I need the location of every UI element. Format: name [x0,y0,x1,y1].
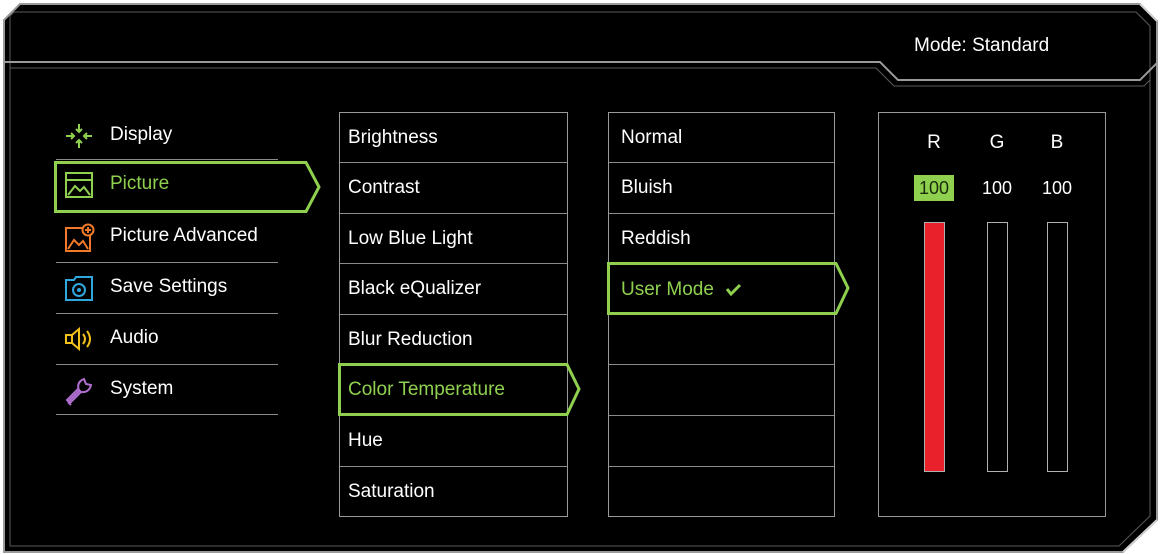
option-bluish[interactable]: Bluish [621,177,673,199]
selection-highlight-picture [54,161,321,213]
mode-status-label: Mode: Standard [914,35,1050,56]
divider [609,213,834,214]
divider [56,159,278,160]
channel-slider-b[interactable] [1047,222,1068,472]
channel-label-b: B [1050,132,1064,153]
menu-item-blur-reduction[interactable]: Blur Reduction [348,329,473,351]
audio-icon [64,325,94,353]
sidebar-item-label: Display [110,124,173,145]
menu-item-black-equalizer[interactable]: Black eQualizer [348,278,481,300]
sidebar-item-display[interactable]: Display [56,114,277,158]
sidebar-item-label: System [110,378,174,399]
menu-item-saturation[interactable]: Saturation [348,481,435,503]
divider [56,414,278,415]
menu-item-hue[interactable]: Hue [348,430,383,452]
save-settings-icon [64,274,94,302]
sidebar-item-system[interactable]: System [56,368,277,412]
option-reddish[interactable]: Reddish [621,228,691,250]
divider [609,415,834,416]
divider [340,162,567,163]
divider [340,314,567,315]
display-icon [64,122,94,150]
sidebar-item-save-settings[interactable]: Save Settings [56,266,277,310]
divider [56,364,278,365]
divider [56,313,278,314]
menu-item-brightness[interactable]: Brightness [348,127,438,149]
sidebar-item-picture-advanced[interactable]: Picture Advanced [56,215,277,259]
divider [340,213,567,214]
sidebar-item-label: Save Settings [110,276,228,297]
divider [609,162,834,163]
channel-value-r[interactable]: 100 [914,175,954,201]
divider [609,364,834,365]
picture-advanced-icon [64,223,95,252]
divider [609,466,834,467]
channel-slider-r[interactable] [924,222,945,472]
divider [340,263,567,264]
sidebar-item-label: Audio [110,327,159,348]
divider [56,262,278,263]
menu-item-contrast[interactable]: Contrast [348,177,420,199]
channel-slider-g[interactable] [987,222,1008,472]
channel-label-r: R [927,132,941,153]
selection-highlight-color-temperature [338,363,581,416]
selection-highlight-user-mode [607,262,850,315]
slider-fill-r [925,223,944,471]
channel-value-b[interactable]: 100 [1037,175,1077,201]
channel-value-g[interactable]: 100 [977,175,1017,201]
system-icon [64,376,94,406]
menu-item-low-blue-light[interactable]: Low Blue Light [348,228,473,250]
channel-label-g: G [989,132,1005,153]
divider [340,466,567,467]
sidebar-item-label: Picture Advanced [110,225,258,246]
sidebar-item-audio[interactable]: Audio [56,317,277,361]
option-normal[interactable]: Normal [621,127,682,149]
